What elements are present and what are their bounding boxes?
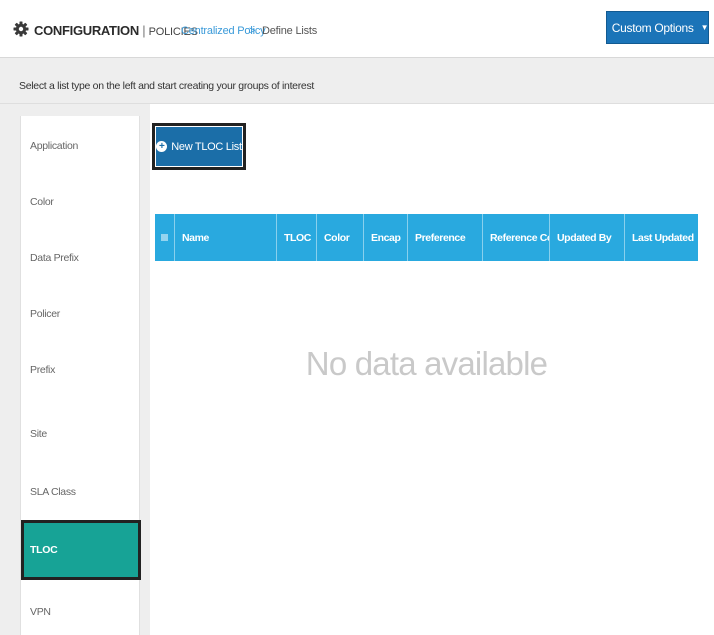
table-header: Name TLOC Color Encap Preference Referen…: [155, 214, 698, 261]
column-header-preference[interactable]: Preference: [408, 214, 483, 261]
title-separator: |: [142, 23, 146, 38]
new-tloc-list-button-face: + New TLOC List: [156, 127, 242, 166]
list-type-sidebar: Application Color Data Prefix Policer Pr…: [20, 116, 141, 635]
select-all-checkbox[interactable]: [155, 214, 175, 261]
sidebar-item-label: Data Prefix: [30, 252, 79, 264]
column-header-encap[interactable]: Encap: [364, 214, 408, 261]
custom-options-button[interactable]: Custom Options ▼: [606, 11, 709, 44]
checkbox-icon: [161, 234, 168, 241]
caret-down-icon: ▼: [700, 23, 709, 32]
column-header-name[interactable]: Name: [175, 214, 277, 261]
sidebar-item-color[interactable]: Color: [21, 172, 139, 232]
page-title-text: CONFIGURATION: [34, 23, 139, 38]
sidebar-item-label: TLOC: [30, 544, 58, 556]
column-header-label: Preference: [415, 231, 466, 244]
column-header-last-updated[interactable]: Last Updated: [625, 214, 698, 261]
column-header-label: TLOC: [284, 231, 311, 244]
column-header-label: Name: [182, 231, 209, 244]
column-header-reference-count[interactable]: Reference Co...: [483, 214, 550, 261]
gear-icon: [13, 21, 29, 37]
column-header-label: Encap: [371, 231, 401, 244]
sidebar-item-label: Site: [30, 428, 47, 440]
new-tloc-list-label: New TLOC List: [171, 140, 242, 153]
column-header-tloc[interactable]: TLOC: [277, 214, 317, 261]
column-header-label: Reference Co...: [490, 231, 549, 244]
sidebar-item-label: Color: [30, 196, 54, 208]
column-header-label: Color: [324, 231, 350, 244]
sidebar-item-site[interactable]: Site: [21, 404, 139, 464]
sidebar-item-label: SLA Class: [30, 486, 76, 498]
breadcrumb-arrow: >: [249, 25, 256, 37]
empty-state-message: No data available: [305, 345, 548, 382]
sidebar-item-policer[interactable]: Policer: [21, 284, 139, 344]
plus-circle-icon: +: [156, 141, 168, 152]
sidebar-item-label: VPN: [30, 606, 51, 618]
column-header-label: Last Updated: [632, 231, 694, 244]
page-header: CONFIGURATION | POLICIES Centralized Pol…: [0, 0, 714, 58]
breadcrumb-current: Define Lists: [262, 25, 318, 37]
column-header-label: Updated By: [557, 231, 612, 244]
sidebar-item-application[interactable]: Application: [21, 116, 139, 176]
page-title: CONFIGURATION | POLICIES: [34, 23, 198, 38]
sidebar-item-tloc[interactable]: TLOC: [21, 520, 141, 580]
sidebar-item-label: Policer: [30, 308, 60, 320]
new-tloc-list-button[interactable]: + New TLOC List: [152, 123, 246, 170]
sidebar-item-prefix[interactable]: Prefix: [21, 340, 139, 400]
column-header-color[interactable]: Color: [317, 214, 364, 261]
sidebar-item-sla-class[interactable]: SLA Class: [21, 462, 139, 522]
instruction-text: Select a list type on the left and start…: [19, 80, 315, 92]
instruction-bar: Select a list type on the left and start…: [0, 58, 714, 104]
sidebar-item-label: Application: [30, 140, 79, 152]
sidebar-item-data-prefix[interactable]: Data Prefix: [21, 228, 139, 288]
sidebar-item-label: Prefix: [30, 364, 56, 376]
sidebar-item-vpn[interactable]: VPN: [21, 582, 139, 635]
custom-options-label: Custom Options: [611, 20, 694, 35]
column-header-updated-by[interactable]: Updated By: [550, 214, 625, 261]
